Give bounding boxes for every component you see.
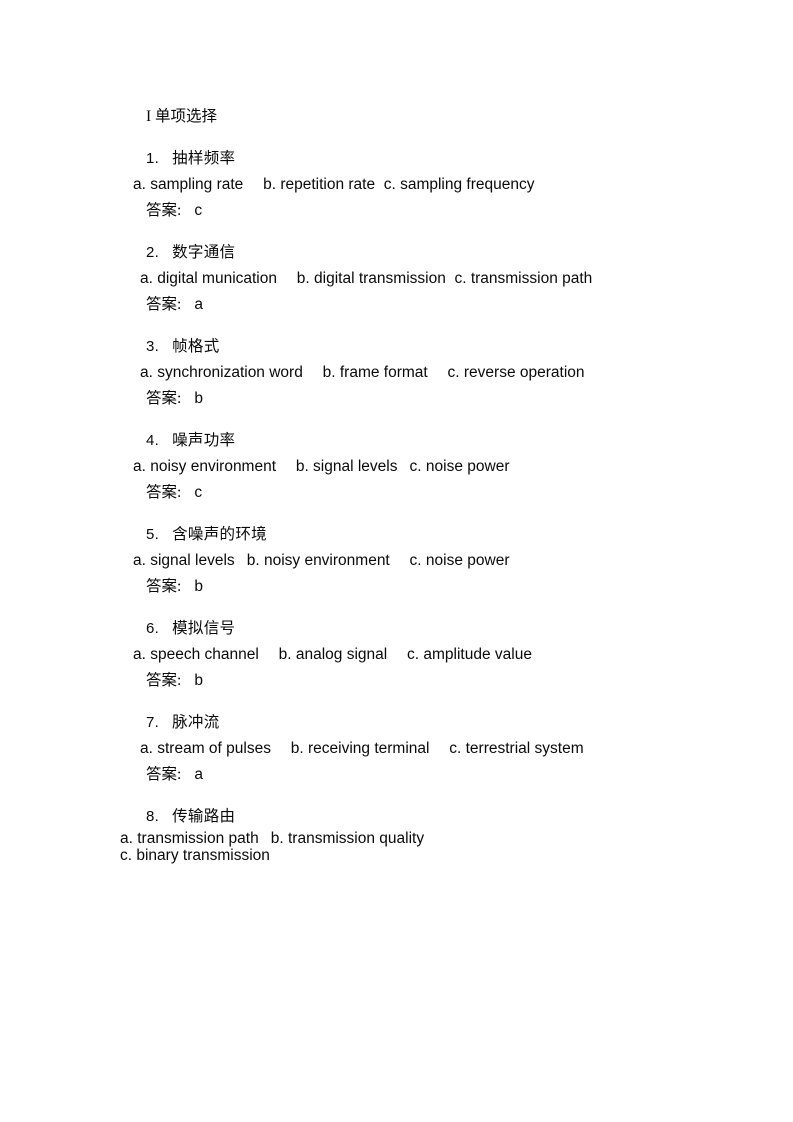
options-text-2: a. digital munication b. digital transmi… — [140, 270, 593, 287]
options-line-3: a. synchronization word b. frame format … — [120, 360, 674, 386]
question-heading-8: 8. 传输路由 — [120, 804, 674, 830]
options-line-1: a. sampling rate b. repetition rate c. s… — [133, 176, 535, 193]
answer-label-7: 答案: — [146, 766, 182, 783]
answer-line-4: 答案: c — [120, 480, 674, 506]
question-heading-7: 7. 脉冲流 — [120, 710, 674, 736]
question-term-6: 模拟信号 — [172, 620, 236, 637]
answer-label-3: 答案: — [146, 390, 182, 407]
question-heading-1: 1. 抽样频率 — [120, 146, 674, 172]
answer-label-6: 答案: — [146, 672, 182, 689]
answer-value-5: b — [194, 578, 203, 595]
question-heading-2: 2. 数字通信 — [120, 240, 674, 266]
document-body: I 单项选择 1. 抽样频率 a. sampling rate b. repeti… — [120, 104, 674, 864]
question-number-2: 2. — [146, 244, 160, 261]
options-line-8a: a. transmission path b. transmission qua… — [120, 830, 425, 847]
question-term-2: 数字通信 — [172, 244, 236, 261]
answer-value-3: b — [194, 390, 203, 407]
answer-label-2: 答案: — [146, 296, 182, 313]
question-block-8: 8. 传输路由 a. transmission path b. transmiss… — [120, 804, 674, 864]
question-number-5: 5. — [146, 526, 160, 543]
question-term-7: 脉冲流 — [172, 714, 220, 731]
question-block-3: 3. 帧格式 a. synchronization word b. frame f… — [120, 334, 674, 412]
answer-value-7: a — [194, 766, 203, 783]
answer-line-1: 答案: c — [120, 198, 674, 224]
answer-label-1: 答案: — [146, 202, 182, 219]
section-title: I 单项选择 — [120, 104, 674, 130]
options-line-4: a. noisy environment b. signal levels c.… — [133, 458, 510, 475]
question-term-4: 噪声功率 — [172, 432, 236, 449]
answer-line-2: 答案: a — [120, 292, 674, 318]
options-line-6: a. speech channel b. analog signal c. am… — [133, 646, 532, 663]
section-title-text: I 单项选择 — [146, 108, 218, 125]
options-text-3: a. synchronization word b. frame format … — [140, 364, 585, 381]
answer-line-6: 答案: b — [120, 668, 674, 694]
question-heading-5: 5. 含噪声的环境 — [120, 522, 674, 548]
answer-value-6: b — [194, 672, 203, 689]
options-line-5: a. signal levels b. noisy environment c.… — [133, 552, 510, 569]
question-number-3: 3. — [146, 338, 160, 355]
question-number-8: 8. — [146, 808, 160, 825]
answer-line-5: 答案: b — [120, 574, 674, 600]
options-line-7: a. stream of pulses b. receiving termina… — [120, 736, 674, 762]
question-number-7: 7. — [146, 714, 160, 731]
question-term-3: 帧格式 — [172, 338, 220, 355]
document-page: I 单项选择 1. 抽样频率 a. sampling rate b. repeti… — [0, 0, 793, 1122]
question-number-6: 6. — [146, 620, 160, 637]
answer-line-7: 答案: a — [120, 762, 674, 788]
options-text-7: a. stream of pulses b. receiving termina… — [140, 740, 584, 757]
question-number-1: 1. — [146, 150, 160, 167]
answer-value-2: a — [194, 296, 203, 313]
answer-label-4: 答案: — [146, 484, 182, 501]
question-block-6: 6. 模拟信号 a. speech channel b. analog signa… — [120, 616, 674, 694]
question-term-5: 含噪声的环境 — [172, 526, 267, 543]
question-block-5: 5. 含噪声的环境 a. signal levels b. noisy envir… — [120, 522, 674, 600]
answer-line-3: 答案: b — [120, 386, 674, 412]
question-block-1: 1. 抽样频率 a. sampling rate b. repetition ra… — [120, 146, 674, 224]
question-heading-3: 3. 帧格式 — [120, 334, 674, 360]
question-heading-6: 6. 模拟信号 — [120, 616, 674, 642]
answer-label-5: 答案: — [146, 578, 182, 595]
question-block-2: 2. 数字通信 a. digital munication b. digital … — [120, 240, 674, 318]
question-number-4: 4. — [146, 432, 160, 449]
answer-value-1: c — [194, 202, 203, 219]
question-block-7: 7. 脉冲流 a. stream of pulses b. receiving t… — [120, 710, 674, 788]
options-line-2: a. digital munication b. digital transmi… — [120, 266, 674, 292]
question-heading-4: 4. 噪声功率 — [120, 428, 674, 454]
question-term-1: 抽样频率 — [172, 150, 236, 167]
answer-value-4: c — [194, 484, 203, 501]
question-term-8: 传输路由 — [172, 808, 236, 825]
options-line-8b: c. binary transmission — [120, 847, 270, 864]
question-block-4: 4. 噪声功率 a. noisy environment b. signal le… — [120, 428, 674, 506]
